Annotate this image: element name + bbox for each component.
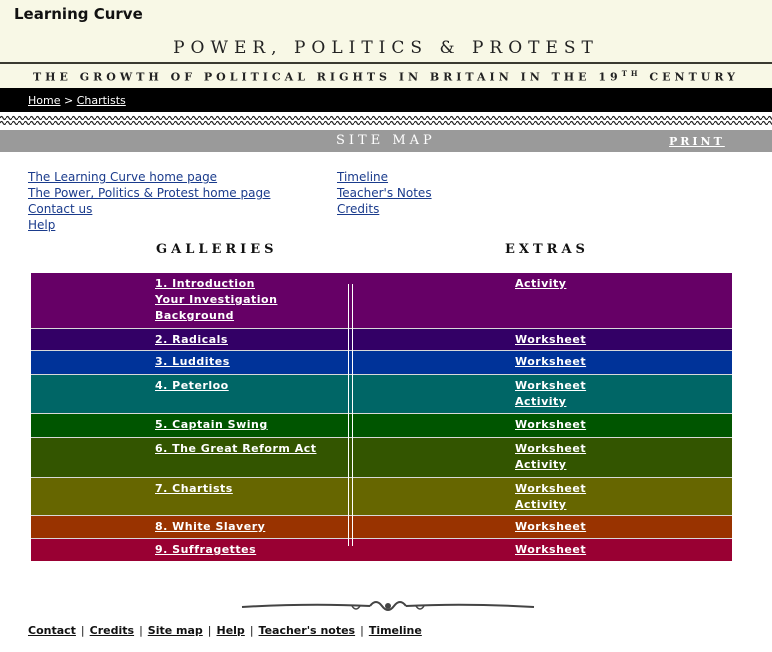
gallery-row-peterloo: 4. Peterloo Worksheet Activity — [31, 375, 732, 414]
scallop-divider — [0, 115, 772, 125]
footer-link-timeline[interactable]: Timeline — [369, 624, 422, 637]
extra-link-worksheet[interactable]: Worksheet — [515, 542, 586, 558]
ornament-divider — [241, 601, 535, 611]
breadcrumb-separator: > — [63, 94, 74, 107]
footer-separator: | — [249, 624, 254, 637]
extra-link-worksheet[interactable]: Worksheet — [515, 417, 586, 433]
footer-separator: | — [80, 624, 85, 637]
galleries-heading: GALLERIES — [156, 242, 278, 257]
extras-heading: EXTRAS — [505, 242, 589, 257]
gallery-link-luddites[interactable]: 3. Luddites — [155, 354, 230, 370]
link-timeline[interactable]: Timeline — [337, 169, 432, 185]
subtitle-band: THE GROWTH OF POLITICAL RIGHTS IN BRITAI… — [0, 62, 772, 88]
main-links-left: The Learning Curve home page The Power, … — [28, 169, 270, 233]
main-links-right: Timeline Teacher's Notes Credits — [337, 169, 432, 217]
footer-nav: Contact | Credits | Site map | Help | Teacher's … — [28, 624, 422, 637]
brand-logo[interactable]: Learning Curve — [14, 5, 143, 23]
link-ppp-home[interactable]: The Power, Politics & Protest home page — [28, 185, 270, 201]
column-divider — [348, 284, 353, 546]
extra-link-worksheet[interactable]: Worksheet — [515, 441, 586, 457]
gallery-link-great-reform-act[interactable]: 6. The Great Reform Act — [155, 441, 317, 457]
extra-link-activity[interactable]: Activity — [515, 394, 586, 410]
link-learning-curve-home[interactable]: The Learning Curve home page — [28, 169, 270, 185]
gallery-row-suffragettes: 9. Suffragettes Worksheet — [31, 539, 732, 561]
gallery-link-white-slavery[interactable]: 8. White Slavery — [155, 519, 265, 535]
extra-link-worksheet[interactable]: Worksheet — [515, 332, 586, 348]
link-teachers-notes[interactable]: Teacher's Notes — [337, 185, 432, 201]
gallery-row-great-reform-act: 6. The Great Reform Act Worksheet Activi… — [31, 438, 732, 478]
gallery-row-introduction: 1. Introduction Your Investigation Backg… — [31, 273, 732, 329]
link-credits[interactable]: Credits — [337, 201, 432, 217]
footer-separator: | — [139, 624, 143, 637]
extra-link-activity[interactable]: Activity — [515, 497, 586, 513]
gallery-link-suffragettes[interactable]: 9. Suffragettes — [155, 542, 256, 558]
extra-link-worksheet[interactable]: Worksheet — [515, 481, 586, 497]
gallery-row-radicals: 2. Radicals Worksheet — [31, 329, 732, 351]
breadcrumb: Home > Chartists — [28, 94, 126, 107]
extra-link-activity[interactable]: Activity — [515, 276, 566, 292]
gallery-link-background[interactable]: Background — [155, 308, 277, 324]
extra-link-worksheet[interactable]: Worksheet — [515, 354, 586, 370]
footer-link-contact[interactable]: Contact — [28, 624, 76, 637]
gallery-row-captain-swing: 5. Captain Swing Worksheet — [31, 414, 732, 438]
header-band: Learning Curve POWER, POLITICS & PROTEST — [0, 0, 772, 62]
footer-separator: | — [360, 624, 364, 637]
extra-link-activity[interactable]: Activity — [515, 457, 586, 473]
site-subtitle: THE GROWTH OF POLITICAL RIGHTS IN BRITAI… — [32, 69, 740, 84]
footer-link-credits[interactable]: Credits — [90, 624, 134, 637]
extra-link-worksheet[interactable]: Worksheet — [515, 519, 586, 535]
gallery-link-introduction[interactable]: 1. Introduction — [155, 276, 277, 292]
gallery-link-radicals[interactable]: 2. Radicals — [155, 332, 228, 348]
gallery-link-peterloo[interactable]: 4. Peterloo — [155, 378, 229, 394]
print-link[interactable]: PRINT — [669, 135, 725, 148]
breadcrumb-current-link[interactable]: Chartists — [77, 94, 126, 107]
gallery-table: 1. Introduction Your Investigation Backg… — [31, 273, 732, 561]
footer-link-site-map[interactable]: Site map — [148, 624, 203, 637]
gallery-link-your-investigation[interactable]: Your Investigation — [155, 292, 277, 308]
footer-separator: | — [207, 624, 212, 637]
footer-link-help[interactable]: Help — [217, 624, 245, 637]
gallery-row-white-slavery: 8. White Slavery Worksheet — [31, 516, 732, 539]
link-contact-us[interactable]: Contact us — [28, 201, 270, 217]
site-title: POWER, POLITICS & PROTEST — [173, 38, 599, 58]
gallery-row-chartists: 7. Chartists Worksheet Activity — [31, 478, 732, 516]
footer-link-teachers-notes[interactable]: Teacher's notes — [259, 624, 356, 637]
link-help[interactable]: Help — [28, 217, 270, 233]
gallery-link-chartists[interactable]: 7. Chartists — [155, 481, 233, 497]
extra-link-worksheet[interactable]: Worksheet — [515, 378, 586, 394]
site-map-bar: SITE MAP PRINT — [0, 130, 772, 152]
gallery-link-captain-swing[interactable]: 5. Captain Swing — [155, 417, 268, 433]
breadcrumb-home-link[interactable]: Home — [28, 94, 60, 107]
breadcrumb-bar: Home > Chartists — [0, 88, 772, 112]
site-map-title: SITE MAP — [336, 133, 436, 148]
gallery-row-luddites: 3. Luddites Worksheet — [31, 351, 732, 375]
